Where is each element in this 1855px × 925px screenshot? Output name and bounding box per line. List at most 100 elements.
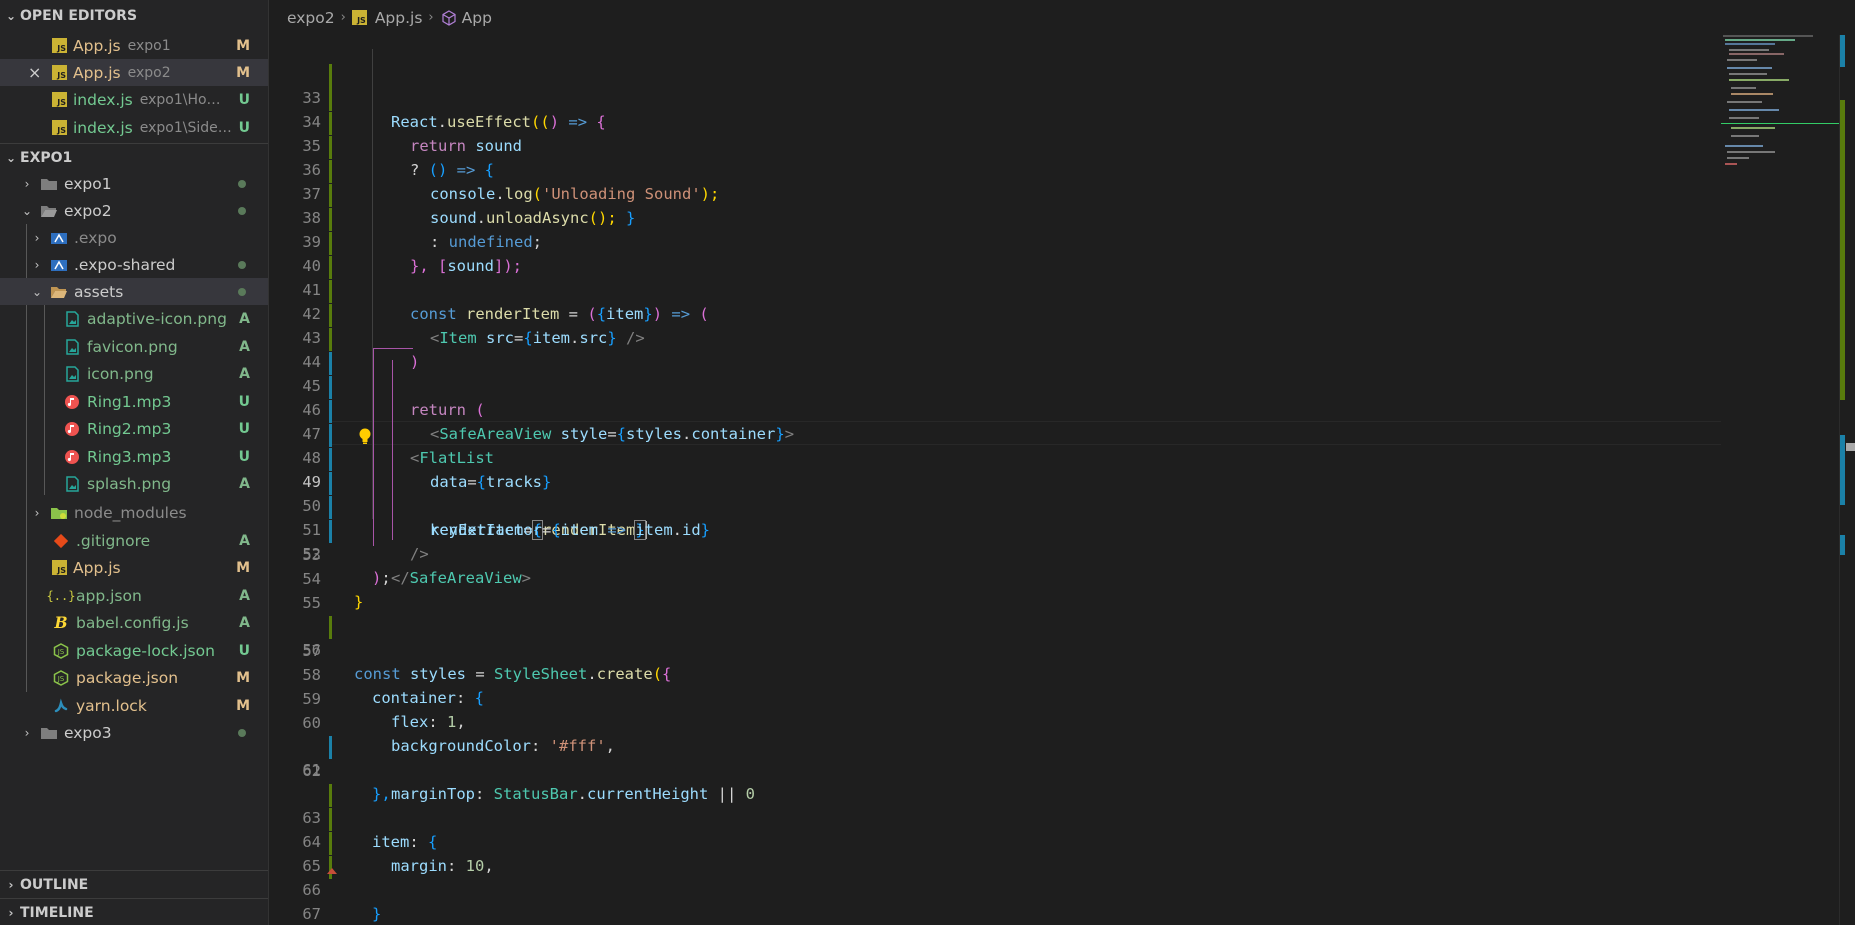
git-status-badge: M — [236, 559, 250, 576]
tree-folder-expo-shared[interactable]: › .expo-shared — [0, 251, 268, 278]
tree-folder-node-modules[interactable]: › node_modules — [0, 499, 268, 526]
tree-file[interactable]: splash.png A — [0, 470, 268, 497]
javascript-file-icon: JS — [52, 120, 67, 135]
tree-file[interactable]: favicon.png A — [0, 333, 268, 360]
tree-file[interactable]: Ring3.mp3 U — [0, 443, 268, 470]
expo-folder-icon — [50, 256, 68, 274]
node-folder-icon — [50, 504, 68, 522]
tree-file[interactable]: Ring1.mp3 U — [0, 388, 268, 415]
git-status-badge: U — [238, 91, 250, 108]
tree-item-label: .expo-shared — [74, 255, 176, 274]
tree-folder-expo[interactable]: › .expo — [0, 224, 268, 251]
minimap-line — [1727, 59, 1757, 61]
javascript-file-icon: JS — [52, 560, 67, 575]
minimap-line — [1727, 101, 1762, 103]
chevron-right-icon: › — [428, 10, 434, 25]
git-status-badge: U — [238, 448, 250, 465]
chevron-down-icon: ⌄ — [5, 8, 17, 23]
breadcrumb-file[interactable]: App.js — [375, 9, 423, 27]
status-dot — [238, 287, 246, 296]
timeline-header[interactable]: › TIMELINE — [0, 898, 268, 925]
git-status-badge: A — [239, 532, 250, 549]
tree-item-label: Ring3.mp3 — [87, 447, 172, 466]
code-line: 43 ) — [269, 280, 1721, 371]
close-icon[interactable]: × — [28, 63, 41, 82]
git-status-badge: M — [236, 37, 250, 54]
minimap[interactable] — [1721, 35, 1839, 925]
tree-folder-expo1[interactable]: › expo1 — [0, 170, 268, 197]
code-editor[interactable]: 33 React.useEffect(() => { 34 return sou… — [269, 35, 1721, 925]
tree-folder-expo3[interactable]: › expo3 — [0, 719, 268, 746]
svg-text:JS: JS — [57, 675, 65, 683]
open-editor-name: index.js — [73, 90, 133, 109]
scrollbar-change-marker — [1840, 435, 1845, 505]
tree-file[interactable]: JS package.json M — [0, 664, 268, 691]
minimap-line — [1725, 163, 1737, 165]
git-status-badge: M — [236, 669, 250, 686]
tree-file[interactable]: JS package-lock.json U — [0, 637, 268, 664]
tree-file[interactable]: Ring2.mp3 U — [0, 415, 268, 442]
babel-icon: B — [54, 613, 68, 632]
tree-file[interactable]: {..} app.json A — [0, 582, 268, 609]
git-status-badge: U — [238, 119, 250, 136]
git-status-badge: A — [239, 310, 250, 327]
symbol-component-icon — [440, 9, 458, 27]
minimap-line — [1731, 127, 1775, 129]
open-editors-header[interactable]: ⌄ OPEN EDITORS — [0, 2, 268, 29]
code-line: 34 return sound — [269, 64, 1721, 155]
open-editor-name: App.js — [73, 63, 121, 82]
scrollbar-change-marker — [1840, 35, 1845, 67]
chevron-right-icon: › — [24, 176, 30, 191]
javascript-file-icon: JS — [52, 38, 67, 53]
git-icon — [52, 532, 70, 550]
tree-file[interactable]: .gitignore A — [0, 527, 268, 554]
chevron-right-icon: › — [340, 10, 346, 25]
code-line: 53 ); — [269, 520, 1721, 588]
tree-item-label: favicon.png — [87, 337, 178, 356]
tree-item-label: yarn.lock — [76, 696, 147, 715]
code-line: 62 }, — [269, 736, 1721, 804]
lightbulb-icon[interactable] — [357, 427, 373, 445]
code-line: 66 } — [269, 832, 1721, 923]
chevron-down-icon: ⌄ — [21, 203, 33, 218]
outline-header[interactable]: › OUTLINE — [0, 870, 268, 898]
tree-file[interactable]: yarn.lock M — [0, 692, 268, 719]
minimap-line — [1723, 35, 1813, 37]
code-line: 44 — [269, 304, 1721, 371]
open-editor-item[interactable]: JS App.js expo1 M — [0, 32, 268, 59]
open-editor-path: expo1\SideBar — [139, 119, 235, 136]
line-number: 67 — [302, 905, 321, 924]
folder-open-icon — [50, 283, 68, 301]
git-status-badge: U — [238, 642, 250, 659]
folder-header[interactable]: ⌄ EXPO1 — [0, 143, 268, 171]
tree-item-label: .gitignore — [76, 531, 151, 550]
tree-file[interactable]: B babel.config.js A — [0, 609, 268, 636]
tree-item-label: package.json — [76, 668, 179, 687]
open-editor-name: index.js — [73, 118, 133, 137]
tree-file[interactable]: adaptive-icon.png A — [0, 305, 268, 332]
open-editor-item[interactable]: JS index.js expo1\Hom... U — [0, 86, 268, 113]
vertical-scrollbar[interactable] — [1839, 35, 1855, 925]
tree-file[interactable]: JS App.js M — [0, 554, 268, 581]
tree-folder-expo2[interactable]: ⌄ expo2 — [0, 197, 268, 224]
image-file-icon — [63, 338, 81, 356]
scrollbar-change-marker — [1840, 100, 1845, 400]
outline-title: OUTLINE — [20, 876, 89, 893]
tree-item-label: package-lock.json — [76, 641, 215, 660]
code-line: 56 — [269, 592, 1721, 659]
tree-folder-assets[interactable]: ⌄ assets — [0, 278, 268, 305]
open-editors-title: OPEN EDITORS — [20, 7, 138, 24]
minimap-line — [1729, 73, 1767, 75]
open-editor-item-active[interactable]: × JS App.js expo2 M — [0, 59, 268, 86]
breadcrumb-folder[interactable]: expo2 — [287, 9, 335, 27]
tree-file[interactable]: icon.png A — [0, 360, 268, 387]
code-line: 67 }); — [269, 856, 1721, 923]
chevron-right-icon: › — [24, 725, 30, 740]
tree-item-label: expo1 — [64, 174, 112, 193]
open-editor-item[interactable]: JS index.js expo1\SideBar U — [0, 114, 268, 141]
code-line: 58 container: { — [269, 640, 1721, 708]
minimap-line — [1729, 53, 1784, 55]
git-status-badge: U — [238, 420, 250, 437]
breadcrumb-symbol[interactable]: App — [462, 9, 492, 27]
code-line: 54 } — [269, 544, 1721, 612]
